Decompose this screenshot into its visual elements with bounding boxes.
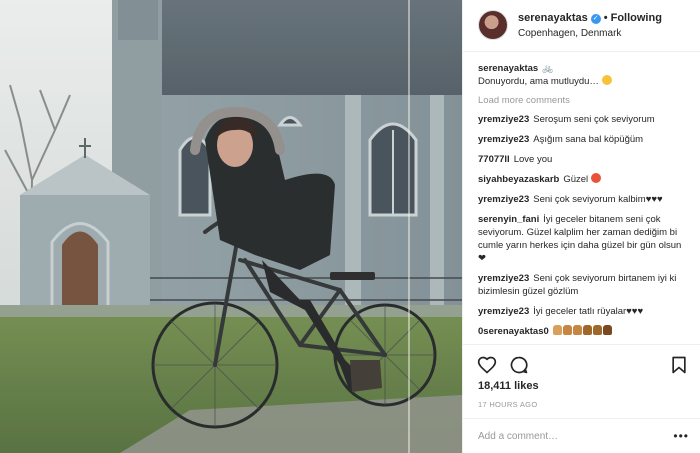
comment-bubble-icon[interactable] [509, 355, 529, 375]
comment-username[interactable]: yremziye23 [478, 194, 529, 205]
comments-list[interactable]: serenayaktas 🚲 Donuyordu, ama mutluydu… L… [463, 62, 693, 344]
add-comment-input[interactable] [478, 427, 658, 445]
comment-text: Seroşum seni çok seviyorum [533, 114, 655, 125]
heart-eyes-emoji-icon [590, 173, 601, 183]
post-author-row: serenayaktas ✓ • Following [518, 12, 662, 24]
bicycle-emoji-icon: 🚲 [542, 63, 554, 73]
add-comment-section: ••• [463, 418, 700, 453]
comment-username[interactable]: 0serenayaktas0 [478, 326, 549, 337]
photo-illustration [0, 0, 462, 453]
comment-username[interactable]: yremziye23 [478, 134, 529, 145]
following-button[interactable]: Following [611, 12, 662, 24]
comment-item: 0serenayaktas0 [478, 325, 687, 338]
comment-text: Love you [513, 154, 553, 165]
caption-text: Donuyordu, ama mutluydu… [478, 76, 599, 87]
comment-username[interactable]: serenyin_fani [478, 214, 539, 225]
smile-emoji-icon [601, 75, 612, 85]
caption-username[interactable]: serenayaktas [478, 63, 538, 74]
comment-text: Güzel [563, 174, 589, 185]
comment-item: yremziye23 İyi geceler tatlı rüyalar♥♥♥ [478, 305, 687, 318]
comment-text: Aşığım sana bal köpüğüm [533, 134, 644, 145]
like-count[interactable]: 18,411 likes [478, 380, 539, 392]
comment-item: serenyin_fani İyi geceler bitanem seni ço… [478, 213, 687, 265]
comment-username[interactable]: yremziye23 [478, 114, 529, 125]
comment-username[interactable]: yremziye23 [478, 306, 529, 317]
post-timestamp[interactable]: 17 HOURS AGO [478, 400, 537, 409]
comment-username[interactable]: siyahbeyazaskarb [478, 174, 559, 185]
caption: serenayaktas 🚲 Donuyordu, ama mutluydu… [478, 62, 687, 88]
post-side-panel: serenayaktas ✓ • Following Copenhagen, Denm… [462, 0, 700, 453]
comment-item: yremziye23 Seni çok seviyorum kalbim♥♥♥ [478, 193, 687, 206]
post-header: serenayaktas ✓ • Following Copenhagen, Denm… [463, 0, 700, 52]
clapping-hands-emoji-icon [552, 325, 613, 337]
post-photo[interactable] [0, 0, 462, 453]
comment-text: Seni çok seviyorum kalbim♥♥♥ [533, 194, 663, 205]
username-link[interactable]: serenayaktas [518, 12, 588, 24]
comment-item: yremziye23 Seroşum seni çok seviyorum [478, 113, 687, 126]
comment-username[interactable]: 77077ll [478, 154, 510, 165]
comment-item: 77077ll Love you [478, 153, 687, 166]
comment-text: İyi geceler tatlı rüyalar♥♥♥ [533, 306, 644, 317]
comment-item: yremziye23 Seni çok seviyorum birtanem iy… [478, 272, 687, 298]
comment-item: siyahbeyazaskarb Güzel [478, 173, 687, 186]
more-options-icon[interactable]: ••• [673, 429, 689, 443]
load-more-comments-link[interactable]: Load more comments [478, 95, 687, 106]
bookmark-icon[interactable] [669, 355, 689, 375]
post-actions-bar [463, 344, 700, 380]
comment-username[interactable]: yremziye23 [478, 273, 529, 284]
avatar[interactable] [478, 10, 508, 40]
verified-badge-icon: ✓ [590, 14, 601, 24]
separator-dot: • [603, 12, 608, 24]
comment-item: yremziye23 Aşığım sana bal köpüğüm [478, 133, 687, 146]
heart-icon[interactable] [477, 355, 497, 375]
location-link[interactable]: Copenhagen, Denmark [518, 28, 621, 39]
